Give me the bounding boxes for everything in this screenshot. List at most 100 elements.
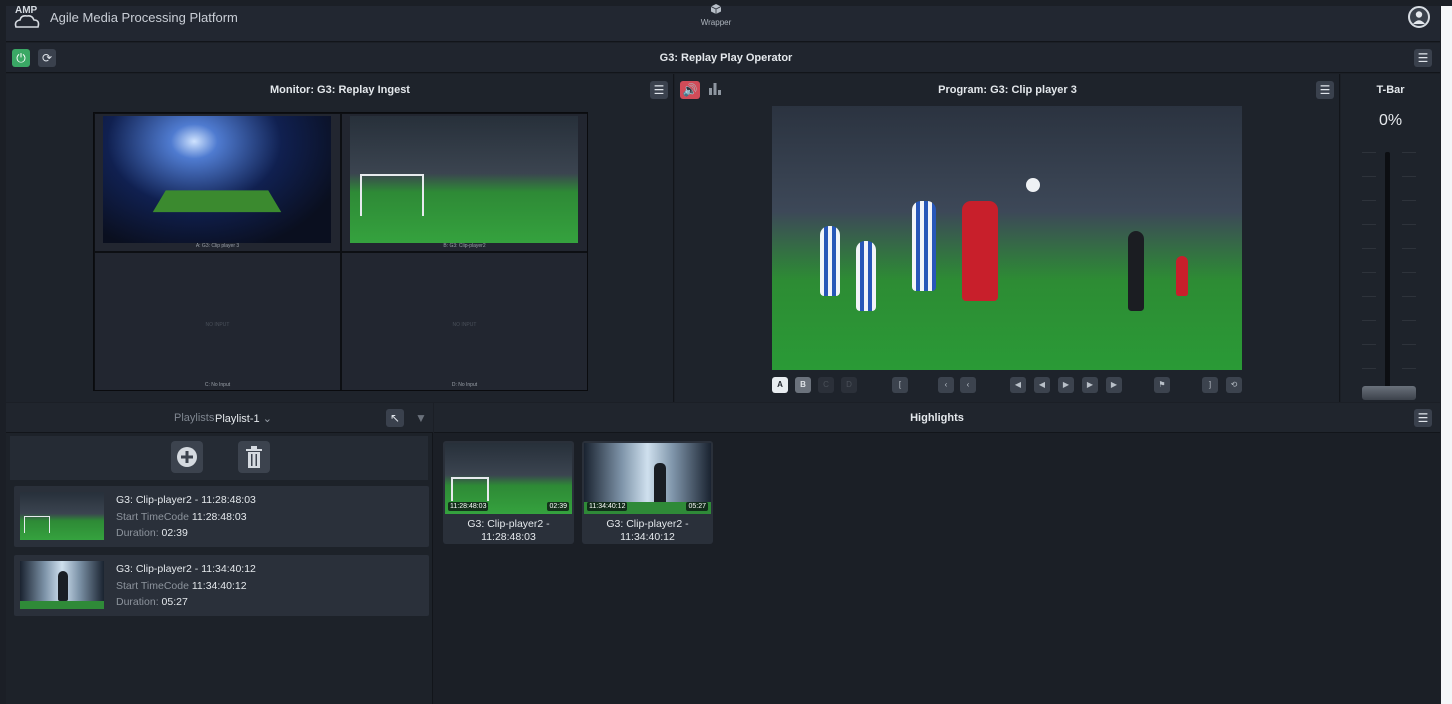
- bus-b-button[interactable]: B: [795, 377, 811, 393]
- clip-name-line1: G3: Clip-player2 -: [606, 518, 689, 530]
- select-cursor-button[interactable]: ↖: [386, 409, 404, 427]
- mark-in-button[interactable]: [: [892, 377, 908, 393]
- highlight-clip-card[interactable]: 11:34:40:12 05:27 G3: Clip-player2 -11:3…: [582, 441, 713, 544]
- goal-frame: [451, 477, 489, 501]
- start-label: Start TimeCode: [116, 511, 189, 523]
- monitor-title: Monitor: G3: Replay Ingest: [270, 84, 410, 96]
- operator-title: G3: Replay Play Operator: [659, 52, 793, 64]
- player-figure: [962, 201, 998, 301]
- player-figure: [820, 226, 840, 296]
- player-figure: [58, 571, 68, 601]
- rewind-button[interactable]: ◀: [1034, 377, 1050, 393]
- playlist-item-title: G3: Clip-player2 - 11:34:40:12: [116, 563, 256, 575]
- tbar-tick: [1362, 152, 1376, 153]
- step-back-button[interactable]: ‹: [960, 377, 976, 393]
- duration-value: 02:39: [161, 527, 188, 539]
- wrapper-label: Wrapper: [700, 18, 732, 27]
- trash-icon: [246, 446, 262, 468]
- hamburger-menu-icon: ☰: [1417, 411, 1429, 425]
- program-menu-button[interactable]: ☰: [1316, 81, 1334, 99]
- monitor-cell-c[interactable]: NO INPUT C: No Input: [95, 253, 340, 390]
- tbar-tick: [1362, 176, 1376, 177]
- highlights-title: Highlights: [910, 412, 964, 424]
- skip-forward-icon: ▶: [1110, 380, 1118, 389]
- play-button[interactable]: ▶: [1058, 377, 1074, 393]
- tbar-tick: [1402, 152, 1416, 153]
- start-label: Start TimeCode: [116, 580, 189, 592]
- monitor-cell-label: A: G3: Clip player 3: [195, 243, 240, 249]
- tbar-tick: [1362, 224, 1376, 225]
- wrapper-nav-button[interactable]: Wrapper: [696, 4, 736, 27]
- tbar-value: 0%: [1378, 112, 1403, 129]
- player-figure: [912, 201, 936, 291]
- monitor-cell-b[interactable]: B: G3: Clip-player2: [342, 114, 587, 251]
- step-back-fast-button[interactable]: ‹: [938, 377, 954, 393]
- bus-d-button[interactable]: D: [841, 377, 857, 393]
- mark-out-button[interactable]: ]: [1202, 377, 1218, 393]
- delete-clip-button[interactable]: [238, 441, 270, 473]
- program-video-preview: [772, 106, 1242, 370]
- window-edge: [1441, 6, 1452, 704]
- monitor-cell-label: C: No Input: [204, 382, 231, 388]
- flag-button[interactable]: ⚑: [1154, 377, 1170, 393]
- tbar-track[interactable]: [1385, 152, 1390, 392]
- referee-figure: [1128, 231, 1144, 311]
- play-icon: ▶: [1062, 380, 1070, 389]
- goal-frame: [24, 516, 50, 533]
- clip-name: G3: Clip-player2 -11:34:40:12: [582, 518, 713, 544]
- fast-forward-button[interactable]: ▶: [1082, 377, 1098, 393]
- tbar-tick: [1402, 200, 1416, 201]
- amp-logo-icon: AMP: [14, 5, 40, 28]
- bus-c-button[interactable]: C: [818, 377, 834, 393]
- duration-label: Duration:: [116, 527, 159, 539]
- tbar-tick: [1362, 344, 1376, 345]
- logo-text: AMP: [15, 5, 38, 16]
- player-figure: [1176, 256, 1188, 296]
- monitor-menu-button[interactable]: ☰: [650, 81, 668, 99]
- tbar-tick: [1402, 296, 1416, 297]
- bus-a-button[interactable]: A: [772, 377, 788, 393]
- playlist-item-start: Start TimeCode 11:28:48:03: [116, 511, 247, 523]
- playlist-select[interactable]: Playlist-1 ⌄: [215, 412, 272, 425]
- clip-name-line1: G3: Clip-player2 -: [467, 518, 550, 530]
- tbar-tick: [1362, 272, 1376, 273]
- tbar-tick: [1362, 296, 1376, 297]
- playlist-item-start: Start TimeCode 11:34:40:12: [116, 580, 247, 592]
- chevron-down-icon: ⌄: [262, 413, 272, 425]
- highlight-clip-card[interactable]: 11:28:48:03 02:39 G3: Clip-player2 -11:2…: [443, 441, 574, 544]
- clip-duration: 02:39: [547, 502, 569, 511]
- match-video-frame: [350, 116, 578, 243]
- operator-menu-button[interactable]: ☰: [1414, 49, 1432, 67]
- tbar-tick: [1362, 200, 1376, 201]
- app-title: Agile Media Processing Platform: [50, 10, 238, 25]
- go-to-end-button[interactable]: ▶: [1106, 377, 1122, 393]
- start-value: 11:28:48:03: [191, 511, 247, 523]
- user-avatar-icon[interactable]: [1408, 6, 1430, 28]
- highlights-menu-button[interactable]: ☰: [1414, 409, 1432, 427]
- chevron-left-icon: ‹: [944, 380, 948, 389]
- tbar-title: T-Bar: [1376, 84, 1405, 96]
- clip-timecode: 11:34:40:12: [587, 502, 628, 511]
- start-value: 11:34:40:12: [191, 580, 247, 592]
- hamburger-menu-icon: ☰: [653, 83, 665, 97]
- playlist-item[interactable]: G3: Clip-player2 - 11:34:40:12 Start Tim…: [14, 555, 429, 616]
- monitor-cell-a[interactable]: A: G3: Clip player 3: [95, 114, 340, 251]
- tbar-tick: [1402, 272, 1416, 273]
- go-to-start-button[interactable]: ◀: [1010, 377, 1026, 393]
- monitor-cell-d[interactable]: NO INPUT D: No Input: [342, 253, 587, 390]
- monitor-multiview: A: G3: Clip player 3 B: G3: Clip-player2…: [93, 112, 588, 391]
- playlist-item[interactable]: G3: Clip-player2 - 11:28:48:03 Start Tim…: [14, 486, 429, 547]
- loop-button[interactable]: ⟲: [1226, 377, 1242, 393]
- tbar-handle[interactable]: [1362, 386, 1416, 400]
- tbar-tick: [1402, 368, 1416, 369]
- pitch-strip: [20, 601, 104, 609]
- clip-timecode: 11:28:48:03: [448, 502, 489, 511]
- monitor-cell-label: B: G3: Clip-player2: [443, 243, 486, 249]
- playlist-item-title: G3: Clip-player2 - 11:28:48:03: [116, 494, 256, 506]
- chevron-left-icon: ‹: [966, 380, 970, 389]
- collapse-button[interactable]: ▼: [412, 409, 430, 427]
- tbar-tick: [1402, 320, 1416, 321]
- triangle-down-icon: ▼: [415, 411, 427, 425]
- add-clip-button[interactable]: [171, 441, 203, 473]
- clip-name: G3: Clip-player2 -11:28:48:03: [443, 518, 574, 544]
